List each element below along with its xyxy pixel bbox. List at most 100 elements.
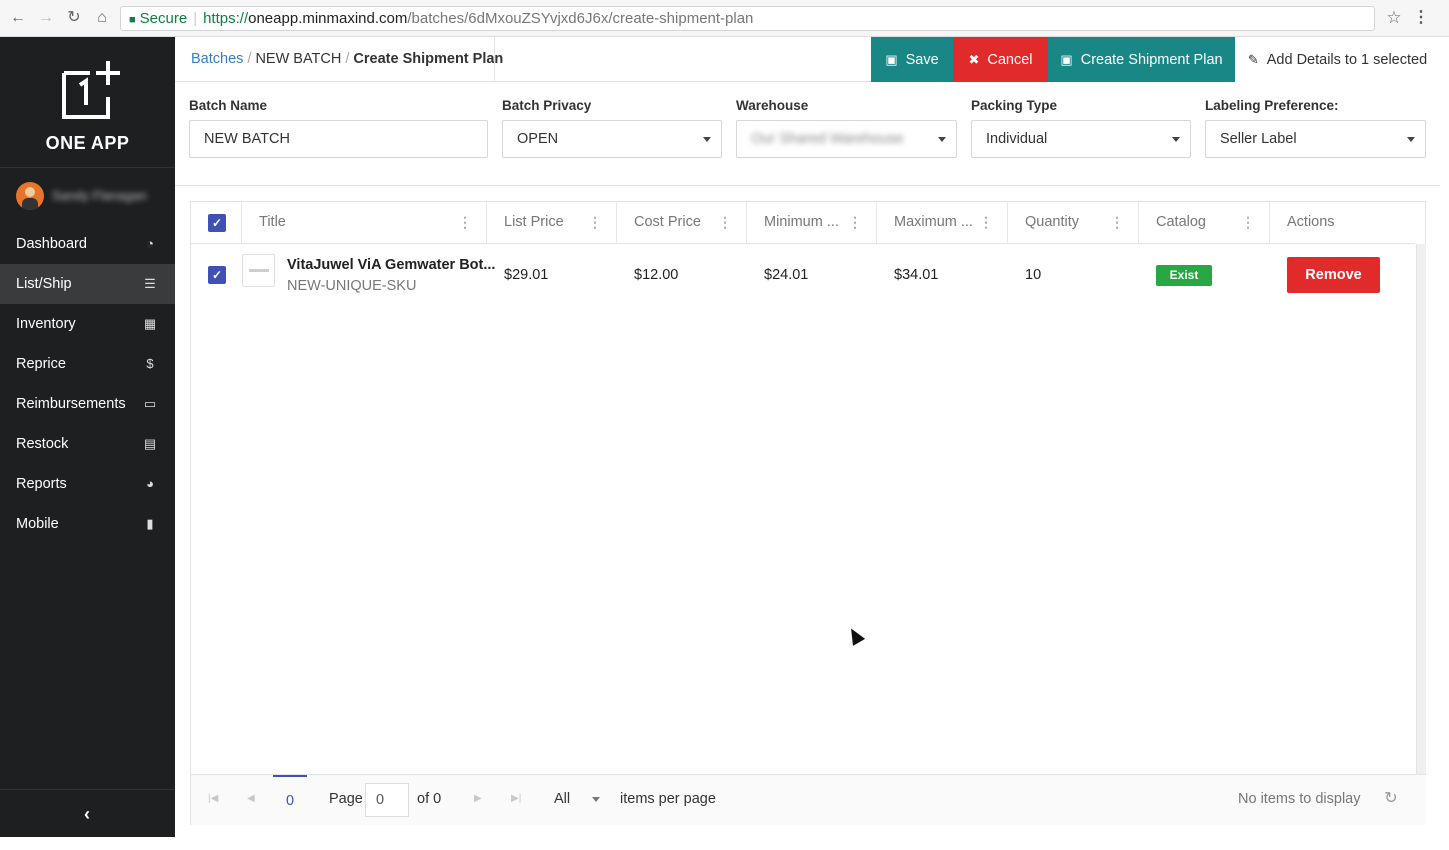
packing-type-label: Packing Type — [971, 98, 1058, 113]
home-icon[interactable]: ⌂ — [92, 8, 112, 28]
pie-chart-icon: ◕ — [146, 476, 154, 491]
warehouse-select[interactable]: Our Shared Warehouse — [736, 120, 957, 158]
column-menu-icon[interactable]: ⋮ — [1241, 202, 1255, 243]
column-header-maximum[interactable]: Maximum ... ⋮ — [877, 202, 1008, 243]
create-shipment-plan-button[interactable]: ▣ Create Shipment Plan — [1048, 37, 1235, 82]
sidebar-item-restock[interactable]: Restock ▤ — [0, 424, 175, 464]
next-page-icon[interactable]: ▶ — [474, 792, 482, 806]
url-host: oneapp.minmaxind.com — [248, 10, 408, 27]
save-button[interactable]: ▣ Save — [871, 37, 953, 82]
sidebar-item-list-ship[interactable]: List/Ship ☰ — [0, 264, 175, 304]
labeling-preference-select[interactable]: Seller Label — [1205, 120, 1426, 158]
pager: |◀ ◀ 0 Page 0 of 0 ▶ ▶| All items per pa… — [191, 774, 1426, 825]
sidebar-item-mobile[interactable]: Mobile ▮ — [0, 504, 175, 544]
sidebar-item-label: Inventory — [16, 316, 76, 332]
pager-status: No items to display — [1238, 791, 1361, 807]
column-header-title[interactable]: Title ⋮ — [242, 202, 487, 243]
labeling-preference-value: Seller Label — [1220, 131, 1297, 147]
batch-name-input[interactable]: NEW BATCH — [189, 120, 488, 158]
column-header-minimum[interactable]: Minimum ... ⋮ — [747, 202, 877, 243]
row-select-checkbox[interactable]: ✓ — [208, 266, 226, 284]
table-row[interactable]: ✓ VitaJuwel ViA Gemwater Bot... NEW-UNIQ… — [191, 244, 1415, 306]
column-maximum-label: Maximum ... — [894, 214, 973, 230]
sidebar-item-label: List/Ship — [16, 276, 72, 292]
page-label: Page — [329, 791, 363, 807]
sidebar-item-dashboard[interactable]: Dashboard ◔ — [0, 224, 175, 264]
logo[interactable]: ONE APP — [0, 37, 175, 166]
chevron-down-icon — [938, 137, 946, 142]
refresh-icon[interactable]: ↻ — [1381, 789, 1401, 809]
batch-form: Batch Name NEW BATCH Batch Privacy OPEN … — [175, 82, 1440, 186]
column-menu-icon[interactable]: ⋮ — [979, 202, 993, 243]
cancel-label: Cancel — [987, 52, 1033, 68]
column-header-cost-price[interactable]: Cost Price ⋮ — [617, 202, 747, 243]
add-details-label: Add Details to 1 selected — [1266, 52, 1428, 68]
chevron-down-icon[interactable] — [592, 797, 600, 802]
url-path: /batches/6dMxouZSYvjxd6J6x/create-shipme… — [407, 10, 754, 27]
first-page-icon[interactable]: |◀ — [208, 792, 218, 806]
forward-icon[interactable]: → — [36, 8, 56, 28]
cost-price-cell[interactable]: $12.00 — [634, 244, 678, 306]
browser-toolbar: ← → ↻ ⌂ ■ Secure | https://oneapp.minmaxind… — [0, 0, 1449, 37]
sidebar-item-inventory[interactable]: Inventory ▦ — [0, 304, 175, 344]
dollar-icon: $ — [146, 356, 154, 371]
column-cost-price-label: Cost Price — [634, 214, 701, 230]
collapse-sidebar-icon[interactable]: ‹ — [77, 804, 97, 824]
previous-page-icon[interactable]: ◀ — [247, 792, 255, 806]
chevron-down-icon — [1172, 137, 1180, 142]
minimum-price-cell[interactable]: $24.01 — [764, 244, 808, 306]
column-menu-icon[interactable]: ⋮ — [458, 202, 472, 243]
sidebar-item-reprice[interactable]: Reprice $ — [0, 344, 175, 384]
select-all-checkbox[interactable]: ✓ — [208, 214, 226, 232]
labeling-preference-label: Labeling Preference: — [1205, 98, 1339, 113]
sidebar: ONE APP Sandy Flanagan Dashboard ◔ List/Sh… — [0, 37, 175, 837]
user-name: Sandy Flanagan — [52, 188, 147, 203]
sidebar-item-label: Restock — [16, 436, 69, 452]
address-bar[interactable]: ■ Secure | https://oneapp.minmaxind.com/bat… — [120, 6, 1375, 31]
sidebar-item-label: Reprice — [16, 356, 66, 372]
list-price-cell[interactable]: $29.01 — [504, 244, 548, 306]
cancel-button[interactable]: ✖ Cancel — [953, 37, 1048, 82]
reload-icon[interactable]: ↻ — [64, 8, 84, 28]
window-edge — [1440, 37, 1449, 850]
select-all-cell: ✓ — [191, 202, 242, 243]
back-icon[interactable]: ← — [8, 8, 28, 28]
last-page-icon[interactable]: ▶| — [511, 792, 521, 806]
chevron-down-icon — [1407, 137, 1415, 142]
lock-icon: ■ — [129, 14, 136, 26]
add-details-button[interactable]: ✎ Add Details to 1 selected — [1235, 37, 1440, 82]
user-profile[interactable]: Sandy Flanagan — [0, 167, 175, 217]
edit-icon: ✎ — [1247, 52, 1259, 67]
column-header-quantity[interactable]: Quantity ⋮ — [1008, 202, 1139, 243]
page-number-input[interactable]: 0 — [365, 783, 409, 817]
batch-privacy-select[interactable]: OPEN — [502, 120, 722, 158]
warehouse-label: Warehouse — [736, 98, 809, 113]
grid-scrollbar[interactable] — [1416, 244, 1426, 774]
column-menu-icon[interactable]: ⋮ — [848, 202, 862, 243]
bookmark-star-icon[interactable]: ☆ — [1384, 8, 1404, 28]
column-menu-icon[interactable]: ⋮ — [718, 202, 732, 243]
browser-menu-icon[interactable]: ⋮ — [1413, 8, 1429, 28]
remove-button[interactable]: Remove — [1287, 257, 1380, 293]
packing-type-select[interactable]: Individual — [971, 120, 1191, 158]
column-menu-icon[interactable]: ⋮ — [1110, 202, 1124, 243]
sidebar-item-reports[interactable]: Reports ◕ — [0, 464, 175, 504]
breadcrumb-separator: / — [345, 51, 350, 67]
column-menu-icon[interactable]: ⋮ — [588, 202, 602, 243]
topbar: Batches / NEW BATCH / Create Shipment Plan ▣… — [175, 37, 1440, 82]
items-per-page-select[interactable]: All — [554, 775, 570, 823]
sidebar-item-label: Reimbursements — [16, 396, 126, 412]
column-header-catalog[interactable]: Catalog ⋮ — [1139, 202, 1270, 243]
sidebar-item-reimbursements[interactable]: Reimbursements ▭ — [0, 384, 175, 424]
current-page-number[interactable]: 0 — [273, 775, 307, 825]
breadcrumb-batches-link[interactable]: Batches — [191, 51, 243, 67]
column-header-list-price[interactable]: List Price ⋮ — [487, 202, 617, 243]
mobile-icon: ▮ — [146, 516, 154, 531]
quantity-cell[interactable]: 10 — [1025, 244, 1041, 306]
maximum-price-cell[interactable]: $34.01 — [894, 244, 938, 306]
close-icon: ✖ — [968, 52, 980, 67]
product-title[interactable]: VitaJuwel ViA Gemwater Bot... — [287, 256, 495, 274]
create-label: Create Shipment Plan — [1080, 52, 1223, 68]
items-grid: ✓ Title ⋮ List Price ⋮ Cost Price ⋮ Minimum… — [190, 201, 1426, 825]
secure-label: Secure — [139, 10, 188, 27]
